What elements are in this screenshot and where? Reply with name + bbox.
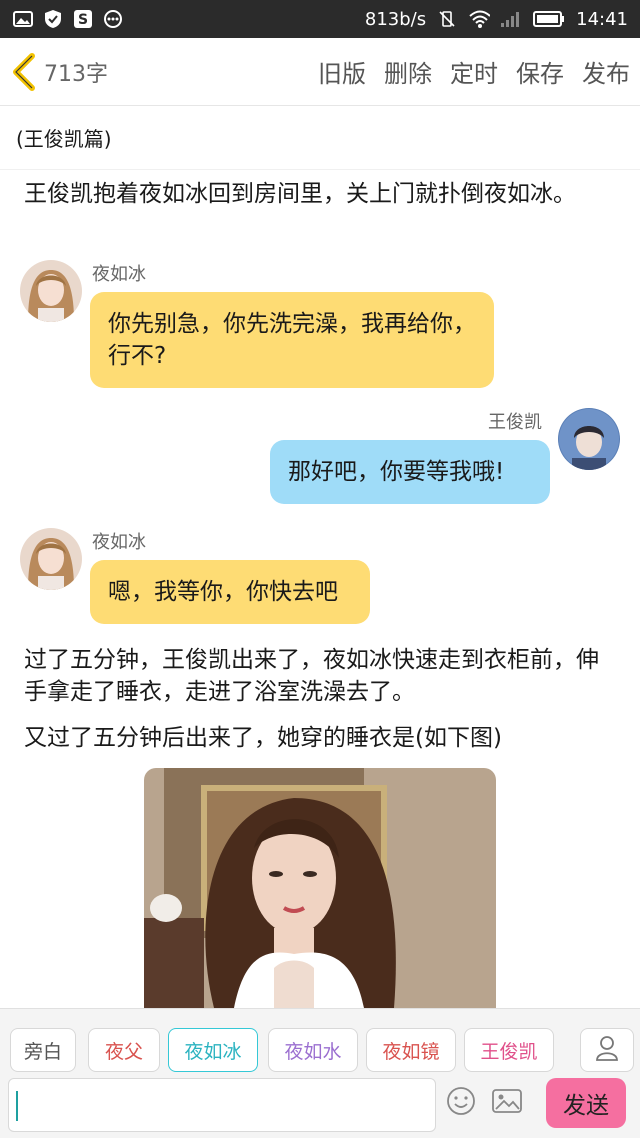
signal-icon <box>500 9 522 29</box>
chapter-title[interactable]: (王俊凯篇) <box>0 106 640 170</box>
chat-bubble: 嗯，我等你，你快去吧 <box>90 560 370 624</box>
more-icon <box>102 9 124 29</box>
clock: 14:41 <box>576 8 628 30</box>
emoji-icon <box>446 1086 476 1120</box>
image-icon <box>12 9 34 29</box>
net-speed: 813b/s <box>364 8 427 30</box>
chip-wang-junkai[interactable]: 王俊凯 <box>464 1028 554 1072</box>
chip-ye-rujing[interactable]: 夜如镜 <box>366 1028 456 1072</box>
text-caret <box>16 1091 18 1121</box>
chip-label: 旁白 <box>23 1040 62 1063</box>
avatar-wang-junkai <box>558 408 620 470</box>
insert-image-button[interactable] <box>490 1086 524 1120</box>
chip-ye-father[interactable]: 夜父 <box>88 1028 160 1072</box>
battery-icon <box>532 9 566 29</box>
avatar-ye-rubing <box>20 260 82 322</box>
speaker-name: 王俊凯 <box>488 412 542 433</box>
inserted-photo[interactable] <box>144 768 496 1008</box>
chip-label: 夜如冰 <box>184 1040 242 1063</box>
narration-paragraph: 王俊凯抱着夜如冰回到房间里，关上门就扑倒夜如冰。 <box>24 181 576 207</box>
chip-label: 夜父 <box>104 1040 143 1063</box>
speaker-name: 夜如冰 <box>92 532 146 553</box>
s-icon: S <box>72 9 94 29</box>
old-version-button[interactable]: 旧版 <box>318 54 366 89</box>
vibrate-icon <box>436 9 458 29</box>
save-button[interactable]: 保存 <box>516 54 564 89</box>
emoji-button[interactable] <box>444 1086 478 1120</box>
publish-button[interactable]: 发布 <box>582 54 630 89</box>
story-content[interactable]: 王俊凯抱着夜如冰回到房间里，关上门就扑倒夜如冰。 夜如冰 你先别急，你先洗完澡，… <box>0 170 640 1008</box>
word-count: 713字 <box>44 61 108 87</box>
message-input[interactable] <box>8 1078 436 1132</box>
schedule-button[interactable]: 定时 <box>450 54 498 89</box>
character-selector: 旁白 夜父 夜如冰 夜如水 夜如镜 王俊凯 <box>0 1008 640 1084</box>
chip-ye-rushui[interactable]: 夜如水 <box>268 1028 358 1072</box>
picture-icon <box>491 1087 523 1119</box>
chip-label: 王俊凯 <box>480 1040 538 1063</box>
shield-icon <box>42 9 64 29</box>
speaker-name: 夜如冰 <box>92 264 146 285</box>
chat-bubble: 那好吧，你要等我哦! <box>270 440 550 504</box>
chip-label: 夜如水 <box>284 1040 342 1063</box>
narration-paragraph: 过了五分钟，王俊凯出来了，夜如冰快速走到衣柜前，伸手拿走了睡衣，走进了浴室洗澡去… <box>24 647 599 705</box>
add-character-button[interactable] <box>580 1028 634 1072</box>
svg-text:S: S <box>78 12 88 28</box>
avatar-ye-rubing <box>20 528 82 590</box>
input-bar: 发送 <box>0 1076 640 1138</box>
chip-label: 夜如镜 <box>382 1040 440 1063</box>
narration-paragraph: 又过了五分钟后出来了，她穿的睡衣是(如下图) <box>24 725 502 751</box>
delete-button[interactable]: 删除 <box>384 54 432 89</box>
back-button[interactable]: 713字 <box>10 52 108 92</box>
back-chevron-icon <box>10 52 38 92</box>
editor-toolbar: 713字 旧版 删除 定时 保存 发布 <box>0 38 640 106</box>
wifi-icon <box>468 9 491 29</box>
chip-narrator[interactable]: 旁白 <box>10 1028 76 1072</box>
send-button[interactable]: 发送 <box>546 1078 626 1128</box>
status-bar: S 813b/s 14:41 <box>0 0 640 38</box>
chip-ye-rubing[interactable]: 夜如冰 <box>168 1028 258 1072</box>
user-icon <box>595 1035 619 1065</box>
chat-bubble: 你先别急，你先洗完澡，我再给你，行不? <box>90 292 494 388</box>
